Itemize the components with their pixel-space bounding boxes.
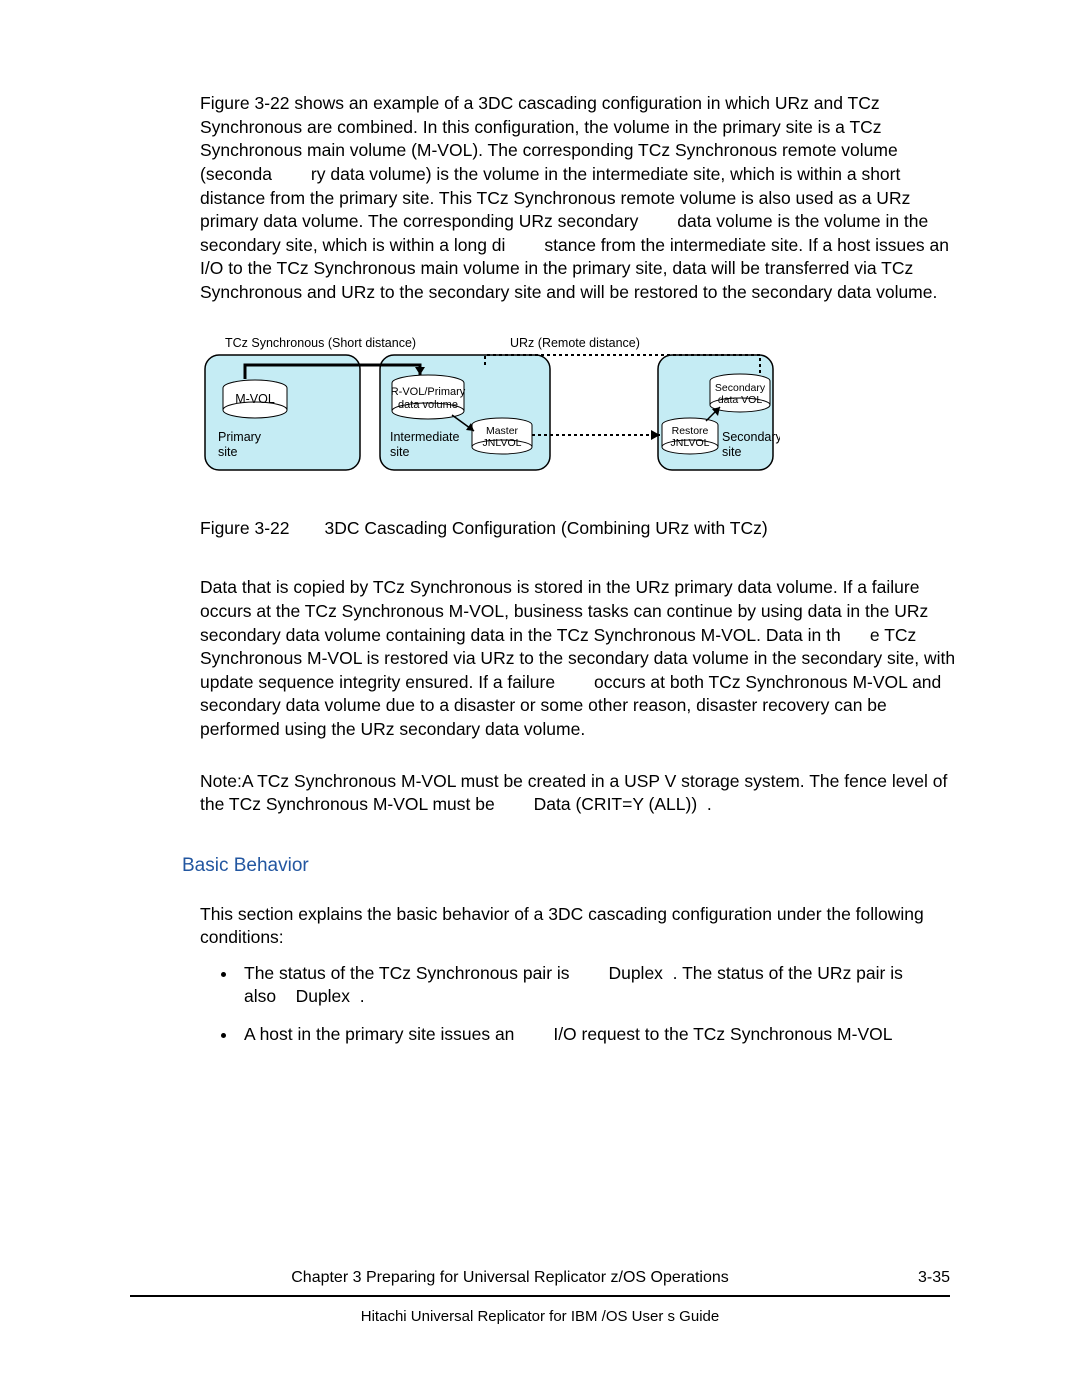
page-footer: Chapter 3 Preparing for Universal Replic… — [0, 1267, 1080, 1327]
conditions-list: The status of the TCz Synchronous pair i… — [200, 962, 960, 1047]
list-item: A host in the primary site issues an I/O… — [238, 1023, 960, 1047]
list-item: The status of the TCz Synchronous pair i… — [238, 962, 960, 1009]
mvol-label: M-VOL — [235, 392, 275, 406]
svg-text:Secondary: Secondary — [715, 382, 766, 394]
tcz-label: TCz Synchronous (Short distance) — [225, 336, 416, 350]
svg-text:JNLVOL: JNLVOL — [671, 437, 710, 449]
basic-behavior-heading: Basic Behavior — [182, 853, 960, 879]
urz-label: URz (Remote distance) — [510, 336, 640, 350]
footer-guide-title: Hitachi Universal Replicator for IBM /OS… — [130, 1297, 950, 1327]
svg-text:site: site — [390, 445, 410, 459]
svg-text:data VOL: data VOL — [718, 394, 763, 406]
figure-3-22-diagram: TCz Synchronous (Short distance) URz (Re… — [200, 333, 960, 503]
conditions-intro: This section explains the basic behavior… — [200, 903, 960, 950]
svg-text:data volume: data volume — [398, 399, 458, 411]
data-copy-paragraph: Data that is copied by TCz Synchronous i… — [200, 576, 960, 741]
svg-text:Restore: Restore — [672, 425, 709, 437]
svg-text:JNLVOL: JNLVOL — [483, 437, 522, 449]
note-paragraph: Note:A TCz Synchronous M-VOL must be cre… — [200, 770, 960, 817]
svg-text:Intermediate: Intermediate — [390, 430, 460, 444]
svg-text:Master: Master — [486, 425, 519, 437]
svg-text:Secondary: Secondary — [722, 430, 780, 444]
svg-text:Primary: Primary — [218, 430, 262, 444]
figure-caption: Figure 3-22 3DC Cascading Configuration … — [200, 517, 960, 541]
svg-text:site: site — [218, 445, 238, 459]
svg-text:R-VOL/Primary: R-VOL/Primary — [391, 386, 466, 398]
footer-page-number: 3-35 — [890, 1267, 950, 1289]
footer-chapter: Chapter 3 Preparing for Universal Replic… — [130, 1267, 890, 1289]
intro-paragraph: Figure 3-22 shows an example of a 3DC ca… — [200, 92, 960, 305]
document-page: Figure 3-22 shows an example of a 3DC ca… — [0, 0, 1080, 1397]
svg-text:site: site — [722, 445, 742, 459]
